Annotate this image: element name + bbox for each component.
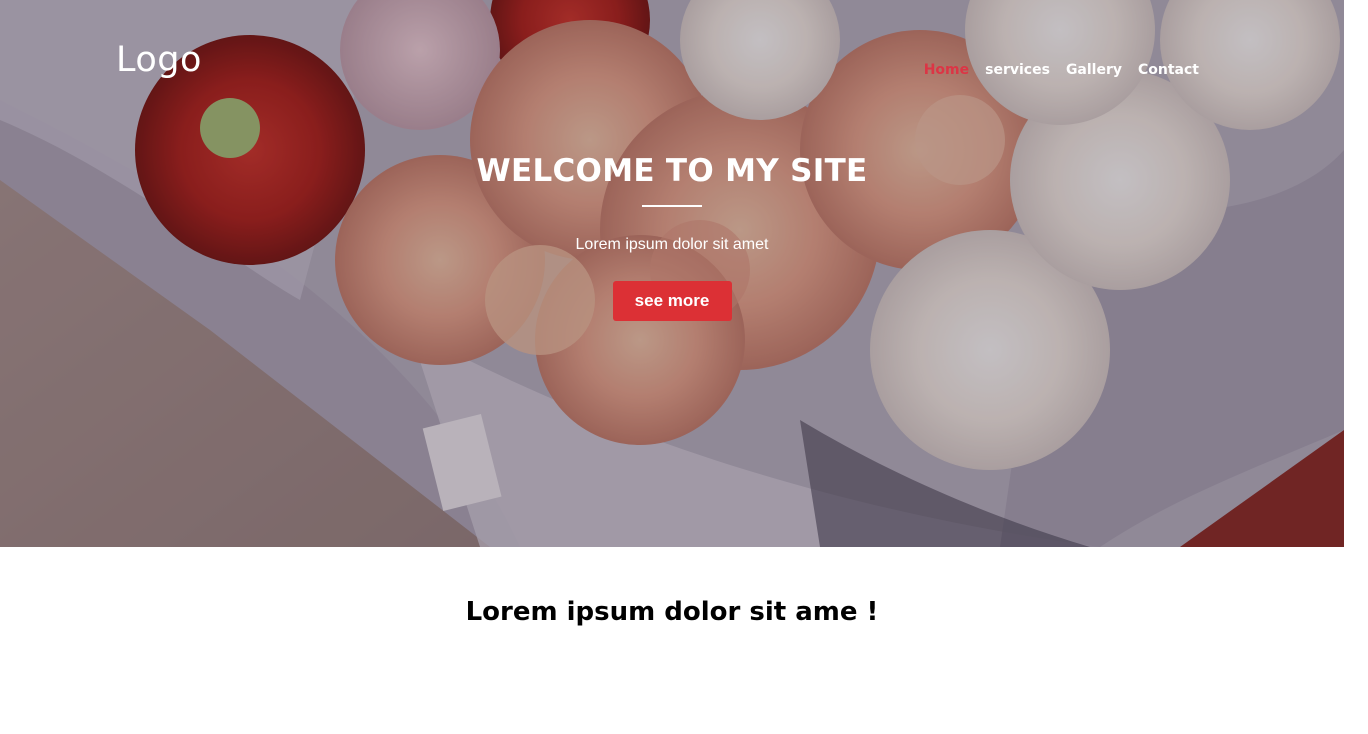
main-navigation: Home services Gallery Contact bbox=[924, 62, 1199, 78]
hero-title: WELCOME TO MY SITE bbox=[476, 153, 868, 189]
nav-link-services[interactable]: services bbox=[985, 62, 1050, 78]
nav-link-home[interactable]: Home bbox=[924, 62, 969, 78]
page: Logo Home services Gallery Contact WELCO… bbox=[0, 0, 1368, 734]
hero-banner: Logo Home services Gallery Contact WELCO… bbox=[0, 0, 1344, 547]
section-heading: Lorem ipsum dolor sit ame ! bbox=[465, 597, 879, 627]
hero-subtitle: Lorem ipsum dolor sit amet bbox=[575, 236, 769, 253]
nav-link-contact[interactable]: Contact bbox=[1138, 62, 1199, 78]
scrollbar-gutter bbox=[1344, 0, 1368, 734]
nav-link-gallery[interactable]: Gallery bbox=[1066, 62, 1122, 78]
hero-divider bbox=[642, 205, 702, 207]
site-logo[interactable]: Logo bbox=[116, 40, 202, 80]
hero-content: WELCOME TO MY SITE Lorem ipsum dolor sit… bbox=[0, 148, 1344, 321]
see-more-button[interactable]: see more bbox=[612, 281, 732, 321]
